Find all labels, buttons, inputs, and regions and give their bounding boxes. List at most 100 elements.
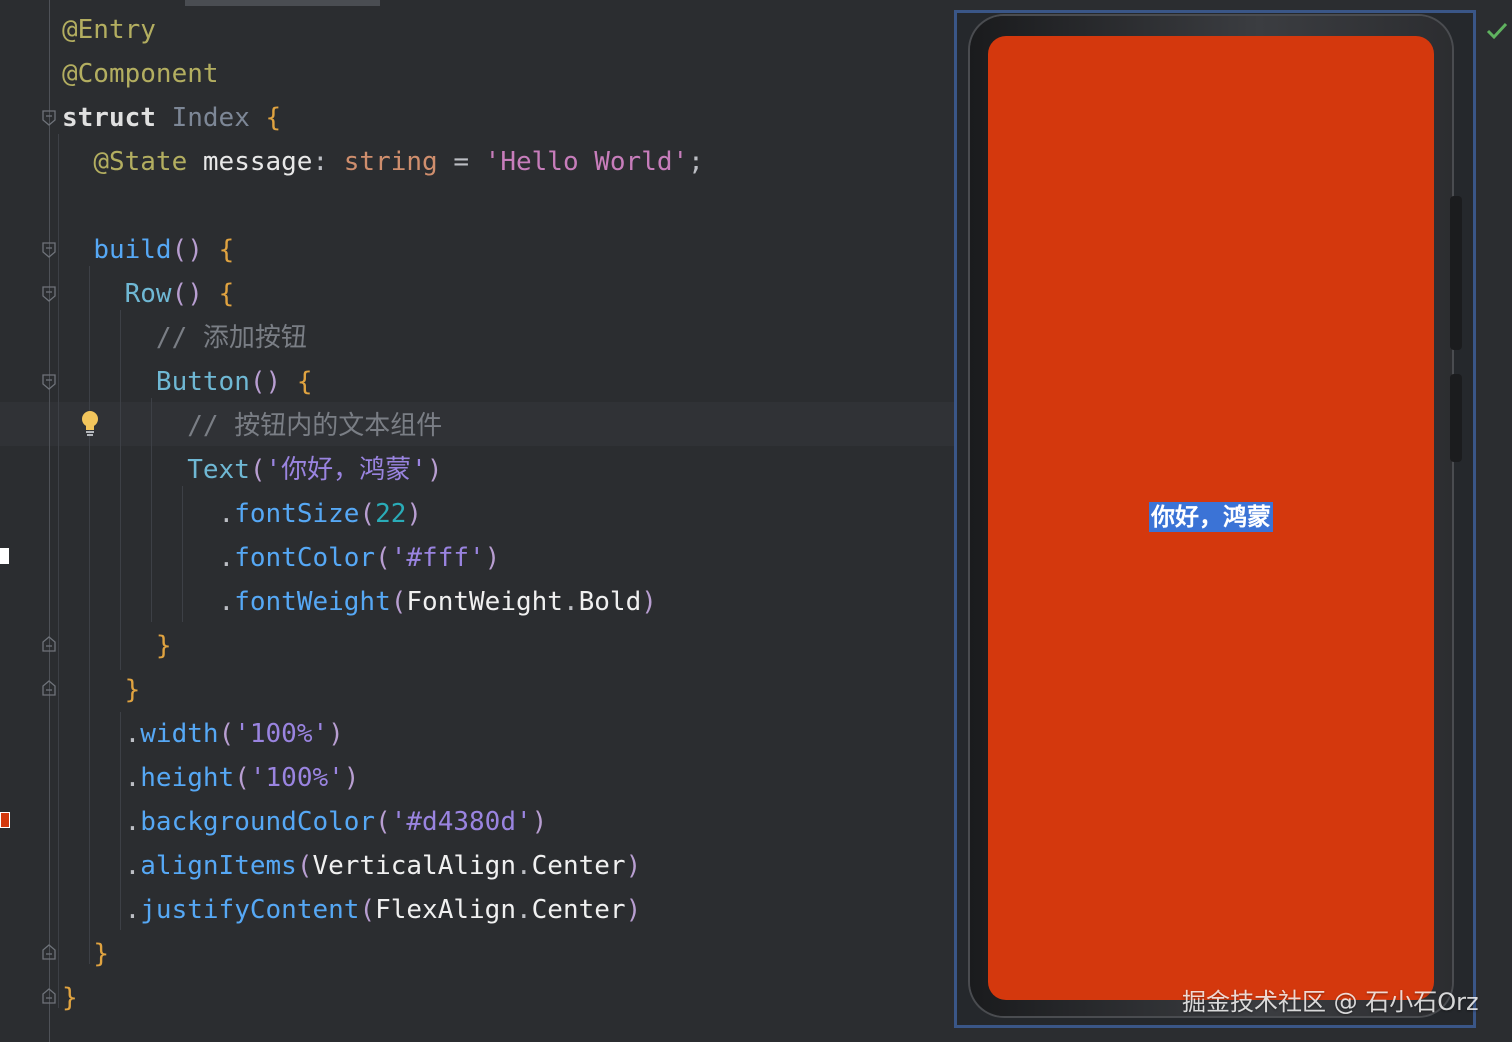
code-token: fontWeight — [234, 587, 391, 617]
code-token: justifyContent — [140, 895, 360, 925]
code-line[interactable]: Text('你好，鸿蒙') — [62, 448, 442, 492]
fold-open-icon[interactable] — [42, 110, 56, 126]
code-line[interactable]: } — [62, 932, 109, 976]
fold-close-icon[interactable] — [42, 636, 56, 652]
code-token: // 按钮内的文本组件 — [187, 411, 443, 441]
code-line[interactable]: .alignItems(VerticalAlign.Center) — [62, 844, 642, 888]
code-line[interactable]: struct Index { — [62, 96, 281, 140]
watermark: 掘金技术社区 @ 石小石Orz — [1182, 988, 1479, 1016]
preview-button-text[interactable]: 你好，鸿蒙 — [1149, 501, 1273, 532]
code-token: { — [218, 235, 235, 265]
code-line[interactable]: Row() { — [62, 272, 235, 316]
code-line[interactable]: .fontSize(22) — [62, 492, 423, 536]
fold-close-icon[interactable] — [42, 680, 56, 696]
code-token: height — [140, 763, 235, 793]
code-token: ) — [625, 851, 642, 881]
code-token: . — [124, 719, 141, 749]
code-line[interactable]: .height('100%') — [62, 756, 360, 800]
fold-close-icon[interactable] — [42, 988, 56, 1004]
code-token: Text — [187, 455, 250, 485]
code-token: Button — [155, 367, 250, 397]
code-token: . — [515, 851, 532, 881]
code-token: alignItems — [140, 851, 297, 881]
code-line[interactable]: } — [62, 624, 172, 668]
code-token: Center — [531, 895, 626, 925]
code-token: = — [437, 147, 485, 177]
code-token: . — [515, 895, 532, 925]
fold-open-icon[interactable] — [42, 286, 56, 302]
code-token: ( — [375, 807, 391, 837]
code-line[interactable]: .width('100%') — [62, 712, 344, 756]
code-token: 'Hello World' — [484, 147, 689, 177]
gutter-color-swatch-orange[interactable] — [0, 812, 10, 828]
code-token: ( — [234, 763, 250, 793]
code-line[interactable]: .justifyContent(FlexAlign.Center) — [62, 888, 642, 932]
code-token: } — [124, 675, 141, 705]
code-token: ) — [641, 587, 657, 617]
code-token: message — [202, 147, 313, 177]
code-token: () — [249, 367, 297, 397]
code-line[interactable]: .fontWeight(FontWeight.Bold) — [62, 580, 657, 624]
code-token: . — [124, 807, 141, 837]
code-token: struct — [62, 103, 156, 133]
code-token: ) — [406, 499, 423, 529]
code-line[interactable]: // 按钮内的文本组件 — [62, 404, 442, 448]
fold-open-icon[interactable] — [42, 374, 56, 390]
code-token: . — [124, 763, 141, 793]
code-token: '#fff' — [390, 543, 485, 573]
code-token: @State — [93, 147, 188, 177]
code-token: Center — [531, 851, 626, 881]
code-token: string — [343, 147, 438, 177]
code-token: ( — [249, 455, 266, 485]
code-token: ( — [218, 719, 235, 749]
code-token: ) — [531, 807, 548, 837]
code-line[interactable]: // 添加按钮 — [62, 316, 307, 360]
code-token: } — [62, 983, 78, 1013]
code-token: ( — [375, 543, 391, 573]
code-token: } — [93, 939, 109, 969]
code-line[interactable]: @State message: string = 'Hello World'; — [62, 140, 704, 184]
device-side-button — [1450, 374, 1462, 462]
code-token: () — [171, 279, 219, 309]
indent-guide — [58, 134, 59, 1008]
code-token: . — [218, 587, 235, 617]
code-editor[interactable]: @Entry @Component struct Index { @State me… — [0, 0, 954, 1042]
device-screen[interactable]: 你好，鸿蒙 — [988, 36, 1434, 1000]
code-token: . — [218, 543, 235, 573]
code-token: () — [171, 235, 219, 265]
code-token: Index — [171, 103, 250, 133]
code-line[interactable]: @Entry — [62, 8, 156, 52]
code-line[interactable]: build() { — [62, 228, 234, 272]
code-token: ) — [343, 763, 360, 793]
code-token: . — [124, 851, 141, 881]
horizontal-scrollbar-thumb[interactable] — [185, 0, 380, 6]
code-line[interactable]: @Component — [62, 52, 219, 96]
code-token: } — [155, 631, 172, 661]
code-line[interactable]: Button() { — [62, 360, 313, 404]
gutter-divider — [49, 0, 50, 1042]
code-line[interactable]: .fontColor('#fff') — [62, 536, 501, 580]
code-line[interactable]: .backgroundColor('#d4380d') — [62, 800, 548, 844]
code-token: VerticalAlign — [312, 851, 516, 881]
fold-open-icon[interactable] — [42, 242, 56, 258]
code-line[interactable]: } — [62, 976, 78, 1020]
code-token: '100%' — [234, 719, 329, 749]
gutter-color-swatch-white[interactable] — [0, 548, 9, 564]
code-token: ; — [688, 147, 704, 177]
fold-close-icon[interactable] — [42, 944, 56, 960]
code-line[interactable]: } — [62, 668, 141, 712]
